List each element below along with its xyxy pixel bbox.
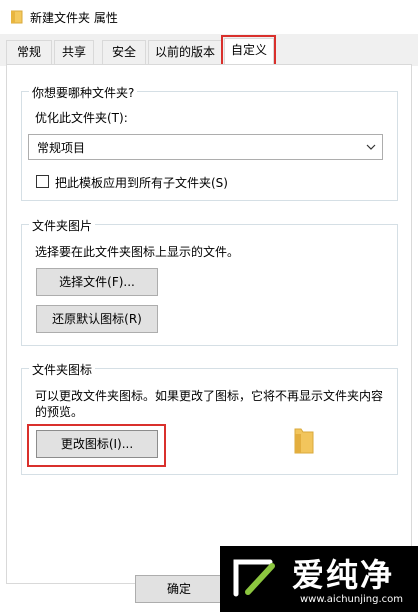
watermark-url: www.aichunjing.com — [300, 594, 403, 605]
tab-bar: 常规 共享 安全 以前的版本 自定义 — [0, 34, 418, 66]
tab-security[interactable]: 安全 — [102, 40, 146, 64]
optimize-select[interactable]: 常规项目 — [28, 134, 383, 160]
restore-default-button[interactable]: 还原默认图标(R) — [36, 305, 158, 333]
tab-general[interactable]: 常规 — [6, 40, 52, 64]
ok-button[interactable]: 确定 — [135, 575, 223, 603]
tab-sharing[interactable]: 共享 — [54, 40, 94, 64]
optimize-select-value: 常规项目 — [37, 141, 86, 155]
tab-previous-versions[interactable]: 以前的版本 — [148, 40, 222, 64]
folder-icon-group-title: 文件夹图标 — [29, 361, 96, 378]
watermark: 爱纯净 www.aichunjing.com — [220, 546, 418, 612]
watermark-logo-icon — [233, 559, 275, 597]
apply-subfolders-label: 把此模板应用到所有子文件夹(S) — [55, 176, 228, 190]
apply-subfolders-checkbox[interactable] — [36, 175, 49, 188]
folder-preview-icon — [294, 428, 314, 454]
title-bar: 新建文件夹 属性 — [0, 0, 418, 34]
folder-icon-description-line1: 可以更改文件夹图标。如果更改了图标，它将不再显示文件夹内容 — [35, 389, 384, 403]
window-title: 新建文件夹 属性 — [30, 11, 118, 25]
folder-type-group-title: 你想要哪种文件夹? — [29, 84, 138, 101]
change-icon-highlight-box — [27, 424, 166, 467]
folder-picture-group-title: 文件夹图片 — [29, 217, 96, 234]
folder-picture-description: 选择要在此文件夹图标上显示的文件。 — [35, 245, 240, 259]
folder-icon — [11, 10, 23, 24]
watermark-text: 爱纯净 — [292, 556, 395, 594]
chevron-down-icon — [366, 144, 376, 150]
optimize-label: 优化此文件夹(T): — [35, 111, 128, 125]
folder-icon-description-line2: 的预览。 — [35, 405, 84, 419]
choose-file-button[interactable]: 选择文件(F)... — [36, 268, 158, 296]
